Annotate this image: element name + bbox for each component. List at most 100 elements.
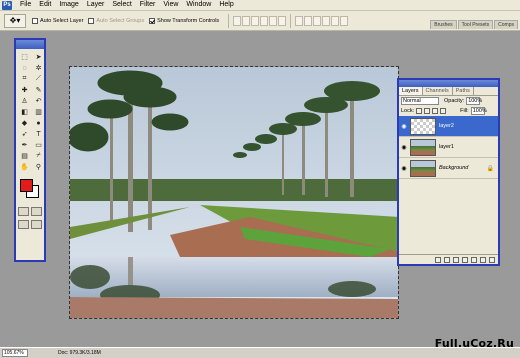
layer-name[interactable]: Background — [439, 165, 487, 171]
new-layer-icon[interactable] — [480, 256, 486, 263]
lock-transparency-icon[interactable] — [416, 108, 423, 114]
menu-bar: Ps File Edit Image Layer Select Filter V… — [0, 0, 520, 11]
document-size[interactable]: Doc: 979.3K/3.18M — [58, 350, 101, 356]
layer-style-icon[interactable] — [444, 256, 450, 263]
type-tool-icon[interactable]: T — [32, 129, 45, 139]
history-brush-tool-icon[interactable]: ↶ — [32, 96, 45, 106]
layer-thumbnail — [410, 159, 436, 177]
move-tool-icon[interactable]: ➤ — [32, 52, 45, 62]
clone-stamp-tool-icon[interactable]: ♙ — [18, 96, 31, 106]
menu-file[interactable]: File — [16, 0, 35, 10]
quick-mask-mode-icon[interactable] — [31, 207, 42, 216]
align-left-icon[interactable] — [260, 15, 269, 26]
notes-tool-icon[interactable]: ▤ — [18, 151, 31, 161]
magic-wand-tool-icon[interactable]: ✲ — [32, 63, 45, 73]
layer-thumbnail — [410, 138, 436, 156]
lock-icon: 🔒 — [486, 165, 494, 172]
new-group-icon[interactable] — [471, 256, 477, 263]
color-swatches — [18, 177, 42, 201]
link-layers-icon[interactable] — [435, 256, 441, 263]
eye-icon[interactable]: ◉ — [400, 123, 408, 130]
distribute-bottom-icon[interactable] — [313, 15, 322, 26]
blur-tool-icon[interactable]: ◆ — [18, 118, 31, 128]
shape-tool-icon[interactable]: ▭ — [32, 140, 45, 150]
zoom-tool-icon[interactable]: ⚲ — [32, 162, 45, 172]
align-right-icon[interactable] — [278, 15, 287, 26]
fill-field[interactable]: 100% — [470, 107, 487, 115]
toolbox: ⬚ ➤ ◌ ✲ ⌗ ⟋ ✚ ✎ ♙ ↶ ◧ ▥ ◆ ● ➶ T ✒ ▭ ▤ ⌿ … — [14, 38, 46, 262]
foreground-color-swatch[interactable] — [20, 179, 33, 192]
move-tool-preset-icon[interactable]: ✥▾ — [4, 13, 26, 28]
photoshop-logo-icon[interactable]: Ps — [2, 0, 12, 10]
lock-image-icon[interactable] — [424, 108, 431, 114]
eyedropper-tool-icon[interactable]: ⌿ — [32, 151, 45, 161]
lock-position-icon[interactable] — [432, 108, 439, 114]
menu-select[interactable]: Select — [108, 0, 135, 10]
healing-brush-tool-icon[interactable]: ✚ — [18, 85, 31, 95]
layer-name[interactable]: layer1 — [439, 144, 498, 150]
checkbox-box[interactable] — [88, 17, 95, 24]
align-center-icon[interactable] — [269, 15, 278, 26]
menu-view[interactable]: View — [159, 0, 182, 10]
tab-brushes[interactable]: Brushes — [430, 20, 457, 29]
menu-layer[interactable]: Layer — [83, 0, 109, 10]
distribute-top-icon[interactable] — [295, 15, 304, 26]
eraser-tool-icon[interactable]: ◧ — [18, 107, 31, 117]
auto-select-layer-checkbox[interactable]: Auto Select Layer — [32, 17, 84, 24]
layer-row-layer2[interactable]: ◉ layer2 — [399, 116, 498, 137]
distribute-center-icon[interactable] — [331, 15, 340, 26]
show-transform-controls-checkbox[interactable]: Show Transform Controls — [149, 17, 219, 24]
tab-layers[interactable]: Layers — [399, 87, 423, 95]
gradient-tool-icon[interactable]: ▥ — [32, 107, 45, 117]
tab-tool-presets[interactable]: Tool Presets — [457, 20, 494, 29]
dodge-tool-icon[interactable]: ● — [32, 118, 45, 128]
lock-all-icon[interactable] — [440, 108, 447, 114]
standard-screen-mode-icon[interactable] — [18, 220, 29, 229]
marquee-tool-icon[interactable]: ⬚ — [18, 52, 31, 62]
lasso-tool-icon[interactable]: ◌ — [18, 63, 31, 73]
document-canvas[interactable] — [69, 66, 399, 319]
auto-select-groups-checkbox[interactable]: Auto Select Groups — [88, 17, 145, 24]
blend-mode-select[interactable]: Normal — [401, 97, 439, 105]
brush-tool-icon[interactable]: ✎ — [32, 85, 45, 95]
menu-window[interactable]: Window — [182, 0, 215, 10]
auto-select-groups-label: Auto Select Groups — [96, 17, 145, 24]
menu-filter[interactable]: Filter — [136, 0, 160, 10]
hand-tool-icon[interactable]: ✋ — [18, 162, 31, 172]
layer-row-layer1[interactable]: ◉ layer1 — [399, 137, 498, 158]
tab-layer-comps[interactable]: Comps — [494, 20, 518, 29]
tools-grid: ⬚ ➤ ◌ ✲ ⌗ ⟋ ✚ ✎ ♙ ↶ ◧ ▥ ◆ ● ➶ T ✒ ▭ ▤ ⌿ … — [16, 51, 44, 173]
delete-layer-icon[interactable] — [489, 256, 495, 263]
distribute-right-icon[interactable] — [340, 15, 349, 26]
layer-name[interactable]: layer2 — [439, 123, 498, 129]
auto-select-layer-label: Auto Select Layer — [40, 17, 84, 24]
menu-edit[interactable]: Edit — [35, 0, 55, 10]
lock-fill-row: Lock: Fill: 100% — [399, 106, 498, 116]
slice-tool-icon[interactable]: ⟋ — [32, 74, 45, 84]
layer-mask-icon[interactable] — [453, 256, 459, 263]
layers-panel-title-bar[interactable] — [399, 80, 498, 87]
align-bottom-icon[interactable] — [251, 15, 260, 26]
tab-channels[interactable]: Channels — [423, 87, 453, 95]
layer-row-background[interactable]: ◉ Background 🔒 — [399, 158, 498, 179]
distribute-middle-icon[interactable] — [304, 15, 313, 26]
full-screen-mode-icon[interactable] — [31, 220, 42, 229]
toolbox-title-bar[interactable] — [16, 40, 44, 49]
menu-image[interactable]: Image — [55, 0, 82, 10]
eye-icon[interactable]: ◉ — [400, 144, 408, 151]
adjustment-layer-icon[interactable] — [462, 256, 468, 263]
standard-mode-icon[interactable] — [18, 207, 29, 216]
align-middle-icon[interactable] — [242, 15, 251, 26]
eye-icon[interactable]: ◉ — [400, 165, 408, 172]
distribute-left-icon[interactable] — [322, 15, 331, 26]
crop-tool-icon[interactable]: ⌗ — [18, 74, 31, 84]
tab-paths[interactable]: Paths — [453, 87, 474, 95]
pen-tool-icon[interactable]: ✒ — [18, 140, 31, 150]
opacity-field[interactable]: 100% — [466, 97, 482, 105]
path-selection-tool-icon[interactable]: ➶ — [18, 129, 31, 139]
checkbox-box-checked[interactable] — [149, 17, 156, 24]
zoom-field[interactable]: 105.67% — [2, 349, 28, 357]
checkbox-box[interactable] — [32, 17, 38, 24]
menu-help[interactable]: Help — [215, 0, 237, 10]
align-top-icon[interactable] — [233, 15, 242, 26]
